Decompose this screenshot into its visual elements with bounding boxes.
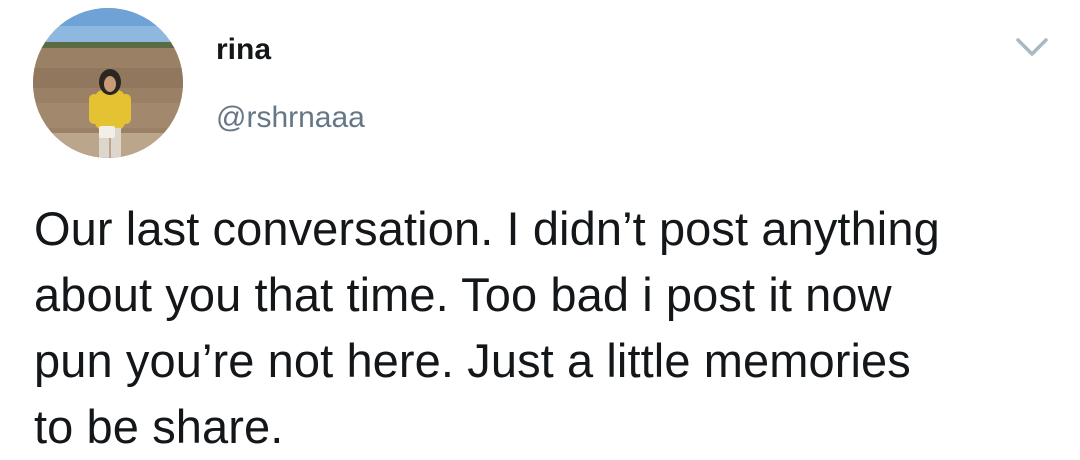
tweet-text: Our last conversation. I didn’t post any… [34, 202, 940, 453]
chevron-down-icon [1016, 38, 1048, 56]
tweet: rina @rshrnaaa Our last conversation. I … [0, 0, 1080, 453]
tweet-menu-button[interactable] [1012, 34, 1052, 60]
user-handle[interactable]: @rshrnaaa [216, 100, 365, 136]
avatar-photo [33, 8, 183, 158]
avatar[interactable] [33, 8, 183, 158]
display-name[interactable]: rina [216, 32, 271, 68]
